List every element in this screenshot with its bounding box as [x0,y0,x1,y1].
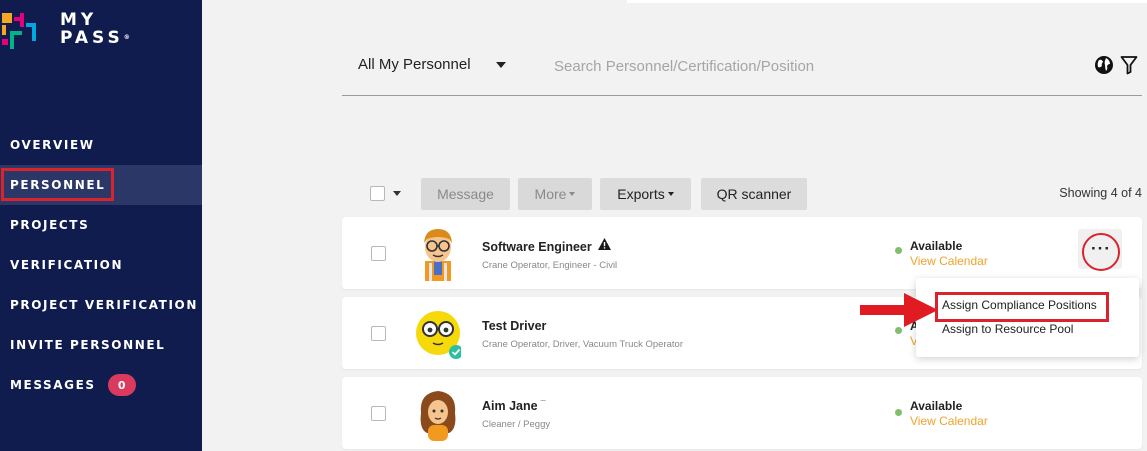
menu-item-assign-to-resource-pool[interactable]: Assign to Resource Pool [942,322,1073,336]
menu-item-assign-compliance-positions[interactable]: Assign Compliance Positions [942,298,1097,312]
exports-caret-icon [667,192,674,196]
engineer-avatar [424,229,452,281]
personnel-name[interactable]: Test Driver [482,319,546,333]
sidebar-item-projects[interactable]: PROJECTS [0,205,202,245]
more-options-icon: ··· [1082,233,1120,271]
sidebar-item-personnel[interactable]: PERSONNEL [0,165,202,205]
sidebar-item-overview[interactable]: OVERVIEW [0,125,202,165]
sidebar: MY PASS® OVERVIEW PERSONNEL PROJECTS VER… [0,0,202,451]
personnel-positions: Cleaner / Peggy [482,419,551,430]
personnel-name-suffix: ¯ [540,399,546,409]
sidebar-item-messages[interactable]: MESSAGES 0 [0,365,202,405]
sidebar-item-label: PROJECTS [10,218,90,232]
list-toolbar: Message More Exports QR scanner Showing … [342,178,1147,210]
personnel-positions: Crane Operator, Driver, Vacuum Truck Ope… [482,339,683,350]
row-actions-menu: Assign Compliance Positions Assign to Re… [916,278,1139,357]
sidebar-item-label: OVERVIEW [10,138,95,152]
sidebar-item-label: INVITE PERSONNEL [10,338,166,352]
message-button[interactable]: Message [421,178,510,210]
sidebar-item-label: MESSAGES [10,378,96,392]
logo-text-line1: MY [60,10,98,30]
sidebar-item-project-verification[interactable]: PROJECT VERIFICATION [0,285,202,325]
personnel-name-text: Aim Jane [482,399,538,413]
available-status-dot-icon [895,409,902,416]
warning-icon [598,238,611,250]
sidebar-item-label: VERIFICATION [10,258,124,272]
message-button-label: Message [437,186,494,202]
more-button[interactable]: More [518,178,592,210]
filter-funnel-icon[interactable] [1120,55,1138,75]
personnel-row[interactable]: Aim Jane ¯ Cleaner / Peggy Available View… [342,377,1142,449]
logo-text-line2: PASS® [60,29,130,47]
logo-mark-icon [2,13,36,49]
logo-text-line2-word: PASS [60,28,124,48]
qr-scanner-button[interactable]: QR scanner [701,178,807,210]
glasses-face-avatar [416,311,461,359]
view-calendar-link[interactable]: View Calendar [910,254,988,268]
personnel-positions: Crane Operator, Engineer - Civil [482,260,618,271]
row-checkbox[interactable] [371,246,386,261]
woman-avatar [420,391,456,441]
personnel-scope-select[interactable]: All My Personnel [358,56,471,73]
select-all-checkbox[interactable] [370,186,385,201]
logo-text: MY PASS® [60,11,130,47]
sidebar-item-invite-personnel[interactable]: INVITE PERSONNEL [0,325,202,365]
personnel-name[interactable]: Software Engineer [482,240,592,254]
search-input[interactable] [554,54,1034,78]
sidebar-item-label: PROJECT VERIFICATION [10,298,198,312]
row-checkbox[interactable] [371,326,386,341]
available-status-dot-icon [895,247,902,254]
messages-count-badge: 0 [107,374,136,396]
results-count: Showing 4 of 4 [1059,186,1142,200]
sidebar-nav: OVERVIEW PERSONNEL PROJECTS VERIFICATION… [0,125,202,405]
red-arrow-icon [860,293,938,327]
row-actions-button[interactable]: ··· [1078,229,1122,271]
sidebar-item-verification[interactable]: VERIFICATION [0,245,202,285]
availability-status: Available [910,239,963,253]
globe-icon[interactable] [1094,55,1114,75]
mypass-logo[interactable]: MY PASS® [0,11,202,51]
personnel-highlight-box [1,168,114,201]
view-calendar-link[interactable]: View Calendar [910,414,988,428]
personnel-name[interactable]: Aim Jane ¯ [482,399,546,413]
logo-trademark: ® [123,34,130,41]
more-button-label: More [534,186,567,202]
row-checkbox[interactable] [371,406,386,421]
exports-button-label: Exports [617,186,665,202]
chevron-down-icon[interactable] [496,62,506,68]
select-options-chevron-icon[interactable] [393,191,401,196]
exports-button[interactable]: Exports [600,178,691,210]
qr-scanner-button-label: QR scanner [716,186,792,202]
filter-bar: All My Personnel [342,46,1142,96]
more-caret-icon [569,192,576,196]
top-strip [627,0,1147,3]
availability-status: Available [910,399,963,413]
